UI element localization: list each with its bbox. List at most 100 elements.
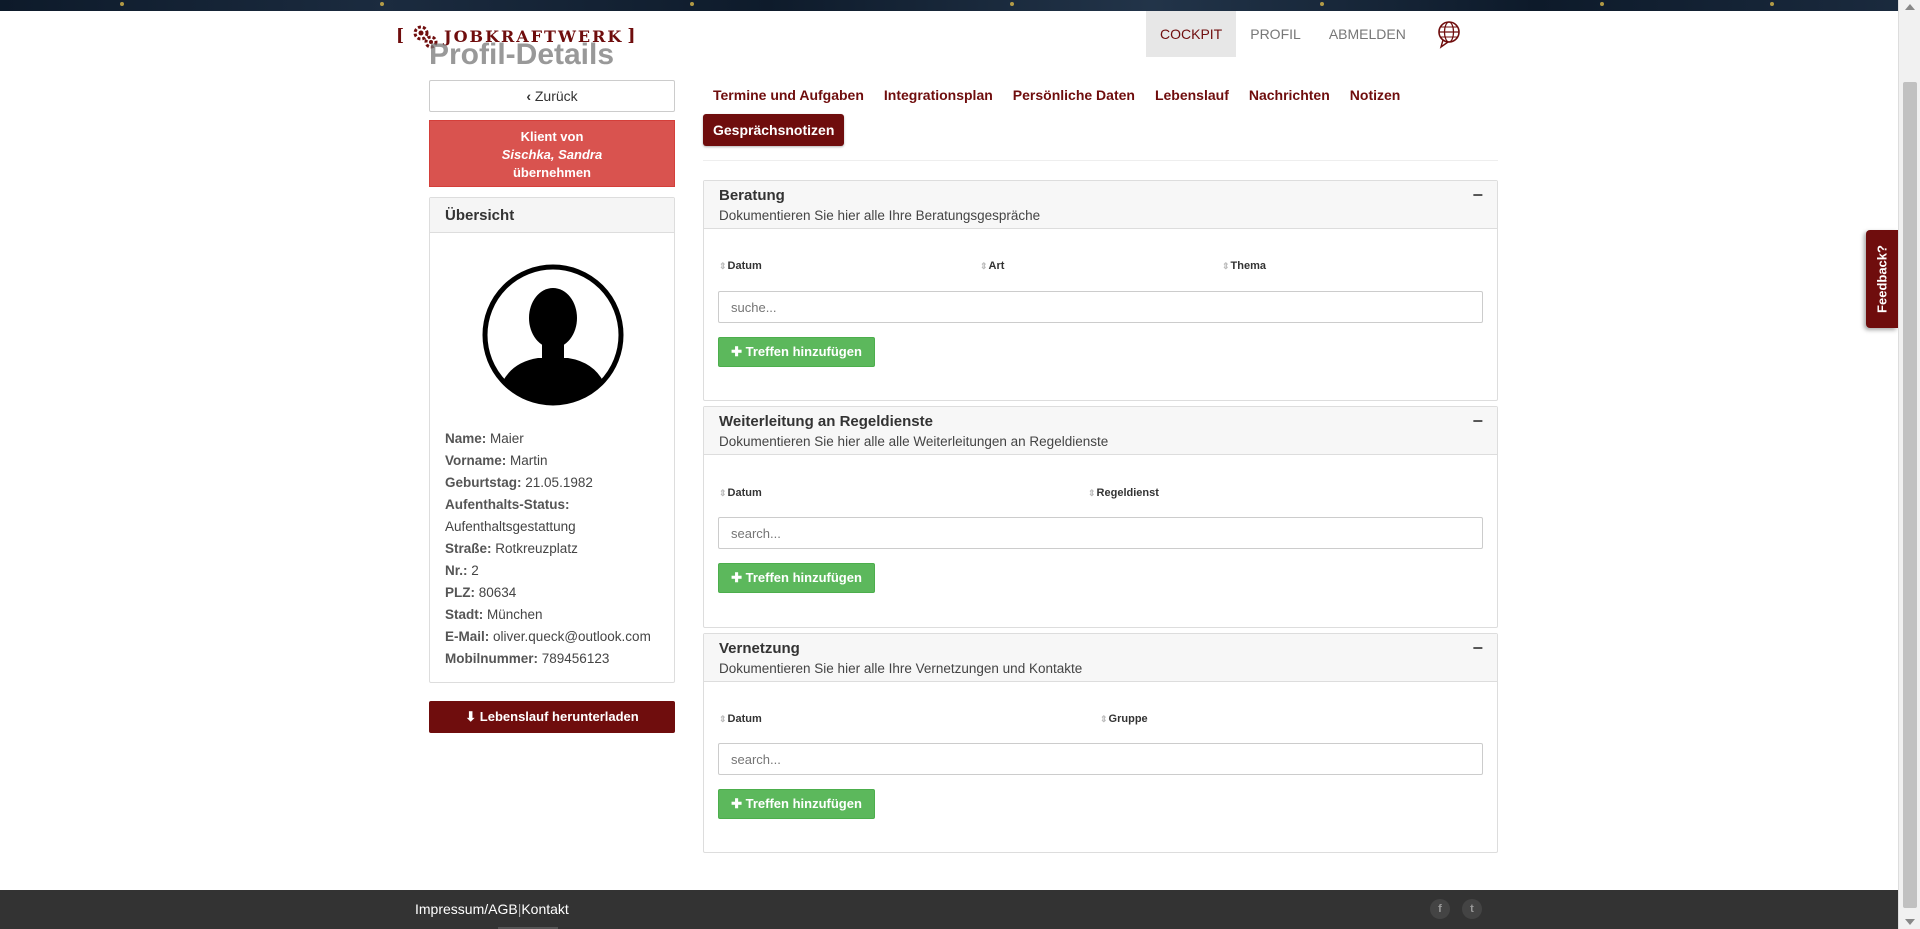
user-avatar-icon xyxy=(482,264,624,406)
tab-lebenslauf[interactable]: Lebenslauf xyxy=(1145,84,1239,106)
detail-value: 80634 xyxy=(478,585,517,600)
detail-label: Aufenthalts-Status: xyxy=(445,497,570,512)
nav-cockpit[interactable]: COCKPIT xyxy=(1146,11,1237,57)
section-title: Weiterleitung an Regeldienste xyxy=(719,413,933,430)
take-over-client-button[interactable]: Klient von Sischka, Sandra übernehmen xyxy=(429,120,675,187)
add-meeting-label: Treffen hinzufügen xyxy=(745,796,862,811)
column-regeldienst[interactable]: ⇕Regeldienst xyxy=(1088,487,1159,499)
detail-row: Aufenthaltsgestattung xyxy=(445,516,670,538)
table-header: ⇕Datum ⇕Art ⇕Thema xyxy=(719,260,1482,278)
overview-title: Übersicht xyxy=(430,198,674,233)
decor-dot xyxy=(1770,2,1774,6)
take-over-counselor-name: Sischka, Sandra xyxy=(501,147,603,162)
add-meeting-label: Treffen hinzufügen xyxy=(745,344,862,359)
globe-language-icon[interactable] xyxy=(1434,19,1464,49)
collapse-icon[interactable]: − xyxy=(1472,411,1483,432)
section-header[interactable]: Vernetzung Dokumentieren Sie hier alle I… xyxy=(704,634,1497,682)
back-button[interactable]: ‹ Zurück xyxy=(429,80,675,112)
navbar: [ JobKraftwerk ] COCKPIT PROFIL ABMELDEN xyxy=(0,11,1898,57)
section-header[interactable]: Weiterleitung an Regeldienste Dokumentie… xyxy=(704,407,1497,455)
take-over-line1: Klient von xyxy=(520,129,584,144)
detail-row: Vorname: Martin xyxy=(445,450,670,472)
twitter-icon[interactable]: t xyxy=(1462,899,1482,919)
column-thema[interactable]: ⇕Thema xyxy=(1222,260,1266,272)
nav-logout[interactable]: ABMELDEN xyxy=(1315,11,1420,57)
column-datum[interactable]: ⇕Datum xyxy=(719,260,762,272)
detail-row: Straße: Rotkreuzplatz xyxy=(445,538,670,560)
decor-dot xyxy=(120,2,124,6)
take-over-line3: übernehmen xyxy=(512,165,591,180)
table-header: ⇕Datum ⇕Regeldienst xyxy=(719,487,1482,505)
footer-links: Impressum/AGB|Kontakt xyxy=(415,901,569,917)
footer-impressum-link[interactable]: Impressum/AGB xyxy=(415,901,518,917)
scroll-up-icon[interactable] xyxy=(1905,4,1915,10)
detail-value: 789456123 xyxy=(541,651,610,666)
section-vernetzung: Vernetzung Dokumentieren Sie hier alle I… xyxy=(703,633,1498,853)
collapse-icon[interactable]: − xyxy=(1472,185,1483,206)
tab-persoenliche-daten[interactable]: Persönliche Daten xyxy=(1003,84,1145,106)
plus-icon: ✚ xyxy=(731,796,742,811)
add-meeting-label: Treffen hinzufügen xyxy=(745,570,862,585)
detail-value: Martin xyxy=(510,453,548,468)
tab-termine[interactable]: Termine und Aufgaben xyxy=(703,84,874,106)
logo-bracket-open: [ xyxy=(396,26,407,46)
detail-label: Name: xyxy=(445,431,487,446)
add-meeting-button[interactable]: ✚ Treffen hinzufügen xyxy=(718,789,875,819)
column-datum[interactable]: ⇕Datum xyxy=(719,713,762,725)
add-meeting-button[interactable]: ✚ Treffen hinzufügen xyxy=(718,337,875,367)
tab-nachrichten[interactable]: Nachrichten xyxy=(1239,84,1340,106)
detail-row: Aufenthalts-Status: xyxy=(445,494,670,516)
nav-profile[interactable]: PROFIL xyxy=(1236,11,1315,57)
search-input[interactable] xyxy=(718,291,1483,323)
plus-icon: ✚ xyxy=(731,344,742,359)
column-label: Art xyxy=(988,260,1005,272)
search-input[interactable] xyxy=(718,517,1483,549)
decor-dot xyxy=(1010,2,1014,6)
overview-panel: Übersicht Name: Maier Vorname: Martin Gebu… xyxy=(429,197,675,683)
detail-value: 21.05.1982 xyxy=(525,475,593,490)
column-label: Datum xyxy=(727,487,762,499)
add-meeting-button[interactable]: ✚ Treffen hinzufügen xyxy=(718,563,875,593)
sort-icon: ⇕ xyxy=(980,261,988,271)
sort-icon: ⇕ xyxy=(719,714,727,724)
detail-label: Geburtstag: xyxy=(445,475,522,490)
tab-gespraechsnotizen[interactable]: Gesprächsnotizen xyxy=(703,114,845,146)
page-scrollbar[interactable] xyxy=(1898,0,1920,929)
detail-value: Rotkreuzplatz xyxy=(495,541,578,556)
collapse-icon[interactable]: − xyxy=(1472,638,1483,659)
section-description: Dokumentieren Sie hier alle Ihre Vernetz… xyxy=(719,661,1083,676)
section-description: Dokumentieren Sie hier alle alle Weiterl… xyxy=(719,434,1109,449)
feedback-tab[interactable]: Feedback? xyxy=(1866,230,1898,328)
column-gruppe[interactable]: ⇕Gruppe xyxy=(1100,713,1148,725)
footer: Impressum/AGB|Kontakt f t xyxy=(0,890,1898,929)
detail-label: Vorname: xyxy=(445,453,507,468)
scroll-down-icon[interactable] xyxy=(1905,919,1915,925)
detail-row: Mobilnummer: 789456123 xyxy=(445,648,670,670)
tab-notizen[interactable]: Notizen xyxy=(1340,84,1411,106)
page-title: Profil-Details xyxy=(429,38,615,71)
detail-row: Nr.: 2 xyxy=(445,560,670,582)
section-title: Beratung xyxy=(719,187,785,204)
main-nav: COCKPIT PROFIL ABMELDEN xyxy=(1146,11,1420,57)
detail-label: Mobilnummer: xyxy=(445,651,538,666)
section-weiterleitung: Weiterleitung an Regeldienste Dokumentie… xyxy=(703,406,1498,628)
column-label: Gruppe xyxy=(1108,713,1148,725)
tab-integrationsplan[interactable]: Integrationsplan xyxy=(874,84,1003,106)
search-input[interactable] xyxy=(718,743,1483,775)
sort-icon: ⇕ xyxy=(1222,261,1230,271)
logo-bracket-close: ] xyxy=(627,26,638,46)
footer-kontakt-link[interactable]: Kontakt xyxy=(521,901,568,917)
back-button-label: Zurück xyxy=(534,88,578,104)
download-cv-button[interactable]: ⬇ Lebenslauf herunterladen xyxy=(429,701,675,733)
scrollbar-thumb[interactable] xyxy=(1903,82,1917,908)
detail-label: Straße: xyxy=(445,541,492,556)
feedback-label: Feedback? xyxy=(1874,245,1890,313)
section-title: Vernetzung xyxy=(719,640,800,657)
detail-value: München xyxy=(487,607,543,622)
section-header[interactable]: Beratung Dokumentieren Sie hier alle Ihr… xyxy=(704,181,1497,229)
column-datum[interactable]: ⇕Datum xyxy=(719,487,762,499)
facebook-icon[interactable]: f xyxy=(1430,899,1450,919)
column-art[interactable]: ⇕Art xyxy=(980,260,1004,272)
detail-value: oliver.queck@outlook.com xyxy=(493,629,651,644)
column-label: Datum xyxy=(727,260,762,272)
